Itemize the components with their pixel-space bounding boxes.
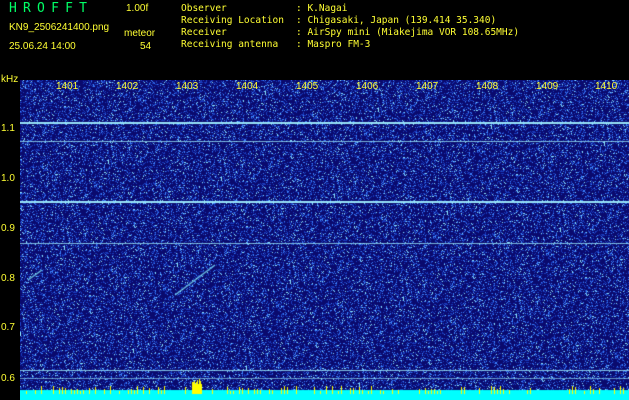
info-key-location: Receiving Location bbox=[181, 15, 284, 26]
time-label-1402: 1402 bbox=[116, 81, 139, 92]
spectrogram-plot bbox=[20, 80, 629, 400]
freq-label-0-7: 0.7 bbox=[1, 322, 15, 333]
info-value-location: : Chigasaki, Japan (139.414 35.340) bbox=[296, 15, 497, 26]
freq-label-0-8: 0.8 bbox=[1, 273, 15, 284]
info-value-observer: : K.Nagai bbox=[296, 3, 348, 14]
meteor-count-label: meteor bbox=[124, 28, 156, 39]
filename-label: KN9_2506241400.png bbox=[9, 22, 110, 33]
freq-label-0-6: 0.6 bbox=[1, 373, 15, 384]
y-axis-unit-label: kHz bbox=[1, 74, 19, 85]
info-key-receiver: Receiver bbox=[181, 27, 227, 38]
time-label-1401: 1401 bbox=[56, 81, 79, 92]
freq-label-1-1: 1.1 bbox=[1, 123, 15, 134]
time-label-1405: 1405 bbox=[296, 81, 319, 92]
info-key-observer: Observer bbox=[181, 3, 227, 14]
time-label-1407: 1407 bbox=[416, 81, 439, 92]
header-bar: HROFFT 1.00f KN9_2506241400.png meteor 2… bbox=[0, 0, 629, 80]
datetime-label: 25.06.24 14:00 bbox=[9, 41, 76, 52]
time-label-1404: 1404 bbox=[236, 81, 259, 92]
freq-label-0-9: 0.9 bbox=[1, 223, 15, 234]
info-key-antenna: Receiving antenna bbox=[181, 39, 279, 50]
time-label-1408: 1408 bbox=[476, 81, 499, 92]
time-label-1406: 1406 bbox=[356, 81, 379, 92]
info-value-antenna: : Maspro FM-3 bbox=[296, 39, 371, 50]
time-label-1403: 1403 bbox=[176, 81, 199, 92]
app-title: HROFFT bbox=[9, 1, 94, 16]
freq-label-1-0: 1.0 bbox=[1, 173, 15, 184]
time-label-1409: 1409 bbox=[536, 81, 559, 92]
version-label: 1.00f bbox=[126, 3, 149, 14]
info-value-receiver: : AirSpy mini (Miakejima VOR 108.65MHz) bbox=[296, 27, 520, 38]
time-label-1410: 1410 bbox=[595, 81, 618, 92]
meteor-count-value: 54 bbox=[140, 41, 152, 52]
